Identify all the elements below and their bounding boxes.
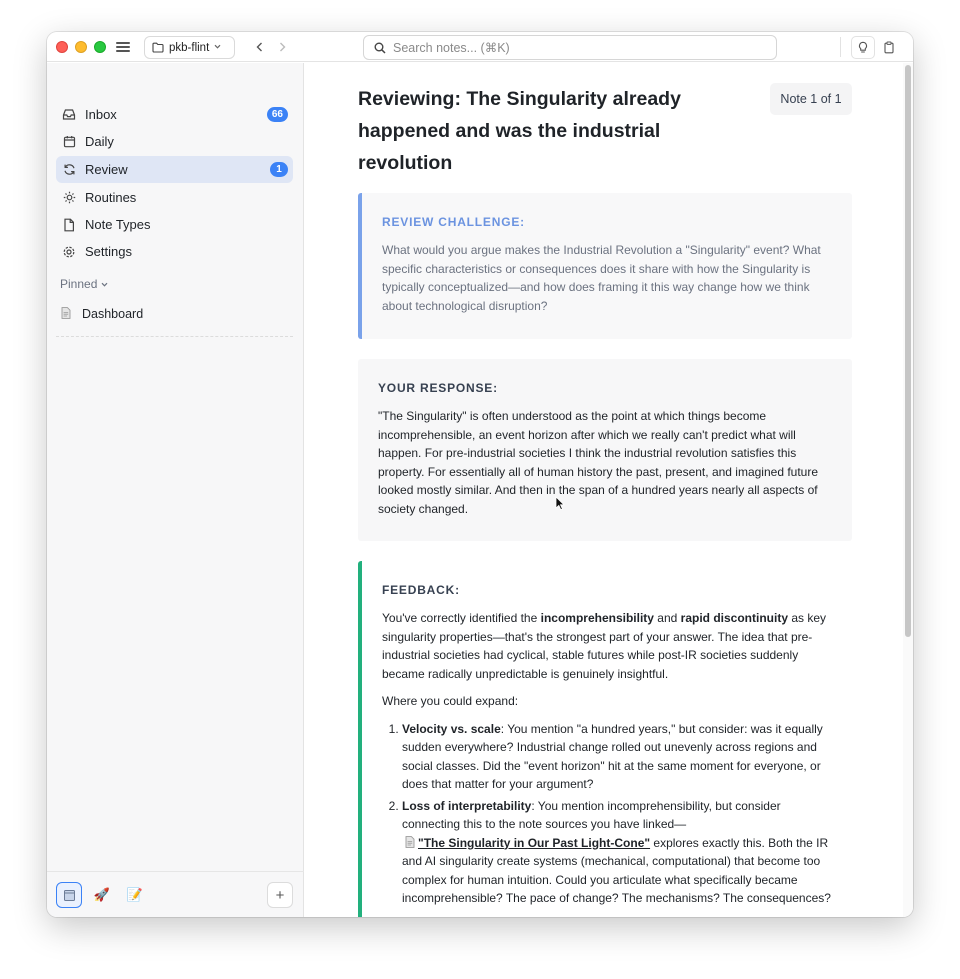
zoom-window-button[interactable] xyxy=(94,41,106,53)
folder-icon xyxy=(152,42,164,53)
document-icon xyxy=(405,835,415,848)
lightbulb-icon xyxy=(858,41,868,53)
notes-view-button[interactable] xyxy=(56,882,82,908)
feedback-text: and xyxy=(653,611,681,625)
feedback-item-title: Velocity vs. scale xyxy=(402,721,501,736)
main-scrollbar[interactable] xyxy=(903,63,913,917)
mouse-cursor-icon xyxy=(555,496,565,511)
gear-icon xyxy=(62,245,76,259)
pinned-section-toggle[interactable]: Pinned xyxy=(60,277,109,291)
back-arrow-icon[interactable] xyxy=(254,40,266,54)
sidebar-item-label: Routines xyxy=(85,190,137,205)
feedback-expand-intro: Where you could expand: xyxy=(382,694,519,708)
sidebar-item-routines[interactable]: Routines xyxy=(56,184,293,211)
sidebar-item-label: Inbox xyxy=(85,107,117,122)
calendar-icon xyxy=(62,135,76,149)
feedback-heading: FEEDBACK: xyxy=(382,583,460,597)
feedback-card: FEEDBACK: You've correctly identified th… xyxy=(358,561,852,917)
memo-icon: 📝 xyxy=(126,887,144,902)
plus-icon: + xyxy=(275,886,285,904)
note-counter: Note 1 of 1 xyxy=(770,83,852,115)
search-icon xyxy=(374,42,386,54)
inbox-icon xyxy=(62,108,76,122)
note-link-singularity[interactable]: "The Singularity in Our Past Light-Cone" xyxy=(418,836,650,850)
refresh-icon xyxy=(62,163,76,177)
feedback-bold-text: rapid discontinuity xyxy=(680,611,789,625)
scrollbar-thumb[interactable] xyxy=(905,65,911,637)
sidebar-item-settings[interactable]: Settings xyxy=(56,238,293,265)
feedback-bold-text: incomprehensibility xyxy=(540,611,654,625)
file-icon xyxy=(62,218,76,232)
feedback-text: You've correctly identified the xyxy=(382,611,541,625)
toolbar-divider xyxy=(840,37,841,57)
rocket-icon: 🚀 xyxy=(93,887,111,902)
sidebar-item-daily[interactable]: Daily xyxy=(56,128,293,155)
pinned-separator xyxy=(56,336,293,337)
feedback-list-item: Velocity vs. scale: You mention "a hundr… xyxy=(402,720,832,794)
pinned-item-dashboard[interactable]: Dashboard xyxy=(61,303,143,325)
clipboard-icon xyxy=(884,41,894,54)
pinned-item-label: Dashboard xyxy=(82,307,144,321)
sidebar-item-note-types[interactable]: Note Types xyxy=(56,211,293,238)
sidebar-item-label: Settings xyxy=(85,244,132,259)
review-challenge-card: REVIEW CHALLENGE: What would you argue m… xyxy=(358,193,852,339)
main-content: Reviewing: The Singularity already happe… xyxy=(305,63,913,917)
search-input[interactable] xyxy=(393,40,753,55)
app-window: pkb-flint Search notes... (⌘K) Inbox 66 … xyxy=(47,32,913,917)
response-card[interactable]: YOUR RESPONSE: "The Singularity" is ofte… xyxy=(358,359,852,541)
forward-arrow-icon[interactable] xyxy=(276,40,288,54)
memo-button[interactable]: 📝 xyxy=(122,882,148,908)
search-bar[interactable] xyxy=(363,35,777,60)
page-title: Reviewing: The Singularity already happe… xyxy=(358,88,681,174)
title-bar: pkb-flint xyxy=(47,32,913,62)
sidebar: Inbox 66 Daily Review 1 Routines Note Ty… xyxy=(47,63,304,917)
chevron-down-icon xyxy=(214,44,221,49)
sidebar-item-review[interactable]: Review 1 xyxy=(56,156,293,183)
close-window-button[interactable] xyxy=(56,41,68,53)
sun-icon xyxy=(62,191,76,205)
document-icon xyxy=(61,306,71,322)
response-text[interactable]: "The Singularity" is often understood as… xyxy=(378,407,832,518)
review-challenge-heading: REVIEW CHALLENGE: xyxy=(382,215,525,229)
feedback-list: Velocity vs. scale: You mention "a hundr… xyxy=(382,720,832,908)
response-heading: YOUR RESPONSE: xyxy=(378,381,498,395)
sidebar-footer: 🚀 📝 + xyxy=(47,871,304,917)
minimize-window-button[interactable] xyxy=(75,41,87,53)
chevron-down-icon xyxy=(101,282,108,287)
review-count-badge: 1 xyxy=(270,162,288,177)
inbox-count-badge: 66 xyxy=(266,107,288,122)
add-button[interactable]: + xyxy=(267,882,293,908)
hamburger-menu-icon[interactable] xyxy=(116,40,130,54)
feedback-item-title: Loss of interpretability xyxy=(402,798,532,813)
notebook-icon xyxy=(63,889,75,901)
review-challenge-text: What would you argue makes the Industria… xyxy=(382,243,821,313)
feedback-list-item: Loss of interpretability: You mention in… xyxy=(402,797,832,908)
rocket-button[interactable]: 🚀 xyxy=(89,882,115,908)
sidebar-item-label: Daily xyxy=(85,134,114,149)
lightbulb-button[interactable] xyxy=(851,36,875,59)
vault-name: pkb-flint xyxy=(169,41,210,54)
clipboard-button[interactable] xyxy=(877,36,901,59)
feedback-paragraph: You've correctly identified the incompre… xyxy=(382,609,832,683)
sidebar-item-label: Review xyxy=(85,162,128,177)
sidebar-item-label: Note Types xyxy=(85,217,151,232)
vault-selector[interactable]: pkb-flint xyxy=(144,36,235,59)
sidebar-item-inbox[interactable]: Inbox 66 xyxy=(56,101,293,128)
pinned-section-label: Pinned xyxy=(60,277,98,291)
